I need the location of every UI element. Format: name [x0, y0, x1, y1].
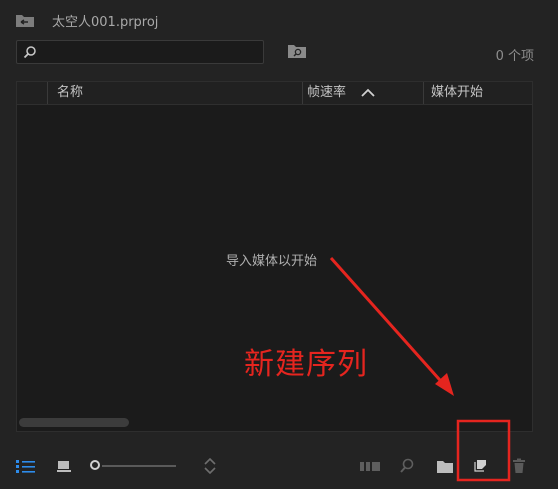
zoom-slider-handle[interactable]	[90, 460, 100, 470]
column-header-frame-rate[interactable]: 帧速率	[302, 82, 423, 104]
column-header-name-label: 名称	[57, 85, 84, 100]
new-item-icon[interactable]	[474, 457, 490, 473]
automate-to-sequence-icon[interactable]	[359, 458, 381, 474]
empty-list-message: 导入媒体以开始	[226, 254, 318, 269]
find-icon[interactable]	[399, 458, 415, 474]
sort-ascending-icon[interactable]	[361, 87, 375, 99]
column-header-media-start[interactable]: 媒体开始	[423, 82, 533, 104]
annotation-label: 新建序列	[244, 347, 368, 382]
column-header-frame-rate-label: 帧速率	[307, 85, 347, 100]
search-field[interactable]	[16, 40, 264, 64]
column-header-label-swatch[interactable]	[17, 82, 47, 104]
icon-view-icon[interactable]	[56, 458, 72, 474]
item-count: 0 个项	[495, 49, 534, 64]
project-folder-icon	[16, 15, 34, 27]
find-in-bin-icon[interactable]	[287, 43, 307, 59]
horizontal-scrollbar[interactable]	[19, 418, 129, 427]
project-title: 太空人001.prproj	[52, 15, 159, 30]
new-bin-icon[interactable]	[436, 458, 454, 474]
list-header: 名称 帧速率 媒体开始	[17, 82, 532, 105]
list-view-icon[interactable]	[15, 458, 37, 474]
trash-icon[interactable]	[512, 458, 526, 474]
zoom-slider-track[interactable]	[102, 465, 176, 467]
search-input[interactable]	[43, 43, 257, 63]
search-icon	[23, 46, 36, 59]
column-header-name[interactable]: 名称	[47, 82, 302, 104]
column-header-media-start-label: 媒体开始	[431, 85, 484, 100]
sort-icons-icon[interactable]	[203, 458, 217, 474]
